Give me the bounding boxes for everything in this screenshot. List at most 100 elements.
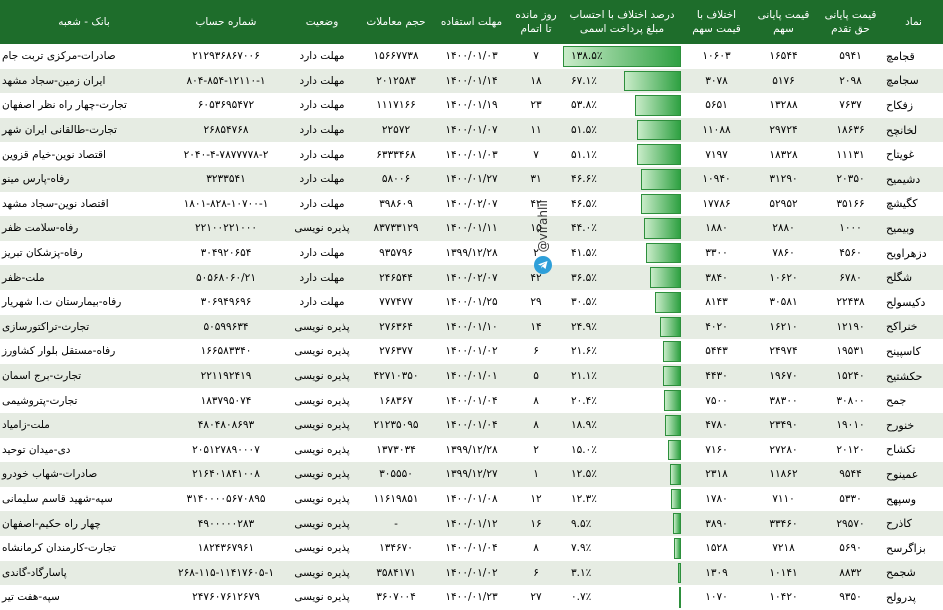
cell-volume: ۷۷۷۴۷۷ [379,296,413,309]
watermark-text: @virahlil [536,200,550,253]
cell-status: مهلت دارد [299,296,345,309]
cell-diff-percent: ۷.۹٪ [561,536,683,561]
cell-account: ۱۶۶۵۸۳۳۴۰ [200,345,252,358]
cell-status: مهلت دارد [299,148,345,161]
cell-bank: صادرات-شهاب خودرو [2,468,98,481]
diff-percent-label: ۵۱.۵٪ [571,124,597,137]
cell-diff-percent: ۳.۱٪ [561,561,683,586]
table-header: نماد قیمت پایانی حق تقدم قیمت پایانی سهم… [0,0,943,44]
cell-bank: پاسارگاد-گاندی [2,566,67,579]
cell-days-left: ۷ [533,148,539,161]
cell-status: مهلت دارد [299,271,345,284]
diff-percent-label: ۴۴.۰٪ [571,222,597,235]
cell-rights-price: ۵۹۴۱ [839,50,862,63]
cell-days-left: ۷ [533,50,539,63]
cell-diff-percent: ۱۲.۳٪ [561,487,683,512]
table-row: تکشاح ۲۰۱۲۰ ۲۷۲۸۰ ۷۱۶۰ ۱۵.۰٪ ۲ ۱۳۹۹/۱۲/۲۸ ۱۳۷۳۰… [0,437,943,463]
cell-status: پذیره نویسی [294,542,350,555]
cell-volume: - [394,517,398,530]
cell-deadline: ۱۴۰۰/۰۱/۰۴ [445,419,498,432]
cell-bank: رفاه-مستقل بلوار کشاورز [2,345,116,358]
cell-diff-price: ۱۰۷۰ [705,591,728,604]
cell-deadline: ۱۴۰۰/۰۱/۰۴ [445,542,498,555]
cell-stock-price: ۳۸۳۰۰ [769,394,798,407]
cell-name: پدرولح [886,590,916,604]
diff-percent-bar [670,464,681,485]
cell-diff-percent: ۹.۵٪ [561,511,683,536]
cell-diff-percent: ۰.۷٪ [561,585,683,610]
diff-percent-bar [663,365,681,387]
cell-diff-price: ۳۸۹۰ [705,517,728,530]
cell-name: حکشتیح [886,369,923,383]
table-row: حکشتیح ۱۵۲۴۰ ۱۹۶۷۰ ۴۴۳۰ ۲۱.۱٪ ۵ ۱۴۰۰/۰۱/۰۱ ۴۲۷۱… [0,363,943,389]
cell-volume: ۳۹۸۶۰۹ [379,197,413,210]
table-row: وسپهح ۵۳۳۰ ۷۱۱۰ ۱۷۸۰ ۱۲.۳٪ ۱۲ ۱۴۰۰/۰۱/۰۸ ۱۱۶۱۹۸… [0,486,943,512]
cell-diff-price: ۱۳۰۹ [705,566,728,579]
table-row: بزاگرسح ۵۶۹۰ ۷۲۱۸ ۱۵۲۸ ۷.۹٪ ۸ ۱۴۰۰/۰۱/۰۴ ۱۳۴۶۷۰… [0,536,943,561]
cell-stock-price: ۱۶۲۱۰ [769,320,798,333]
cell-rights-price: ۱۱۱۳۱ [836,148,865,161]
diff-percent-label: ۰.۷٪ [571,591,592,604]
cell-stock-price: ۲۴۹۷۴ [769,345,798,358]
cell-name: کگیشچ [886,197,918,211]
cell-volume: ۸۳۷۳۳۱۲۹ [373,222,419,235]
diff-percent-bar-track: ۲۴.۹٪ [563,316,681,338]
cell-rights-price: ۲۰۱۲۰ [836,443,865,456]
cell-stock-price: ۳۰۵۸۱ [769,296,798,309]
diff-percent-label: ۴۱.۵٪ [571,247,597,260]
table-row: سجامچ ۲۰۹۸ ۵۱۷۶ ۳۰۷۸ ۶۷.۱٪ ۱۸ ۱۴۰۰/۰۱/۱۴ ۲۰۱۲۵۸… [0,68,943,94]
cell-rights-price: ۲۲۴۳۸ [836,296,865,309]
table-row: خنراکح ۱۲۱۹۰ ۱۶۲۱۰ ۴۰۲۰ ۲۴.۹٪ ۱۴ ۱۴۰۰/۰۱/۱۰ ۲۷۶… [0,314,943,340]
cell-stock-price: ۱۰۱۴۱ [769,566,798,579]
cell-diff-percent: ۴۴.۰٪ [561,216,683,241]
cell-diff-percent: ۲۰.۴٪ [561,388,683,413]
cell-diff-percent: ۵۱.۱٪ [561,142,683,167]
diff-percent-label: ۲۴.۹٪ [571,320,597,333]
diff-percent-bar [635,95,681,116]
cell-bank: تجارت-چهار راه نظر اصفهان [2,99,127,112]
diff-percent-label: ۵۳.۸٪ [571,99,597,112]
cell-status: پذیره نویسی [294,370,350,383]
cell-stock-price: ۱۳۲۸۸ [769,99,798,112]
cell-diff-percent: ۲۱.۱٪ [561,364,683,389]
cell-days-left: ۱۲ [530,493,542,506]
diff-percent-label: ۳۶.۵٪ [571,271,597,284]
table-row: کگیشچ ۳۵۱۶۶ ۵۲۹۵۲ ۱۷۷۸۶ ۴۶.۵٪ ۴۲ ۱۴۰۰/۰۲/۰۷ ۳۹۸… [0,191,943,217]
cell-stock-price: ۳۳۴۶۰ [769,517,798,530]
diff-percent-bar-track: ۴۶.۶٪ [563,169,681,190]
cell-name: کاذرح [886,517,912,531]
cell-rights-price: ۱۸۶۳۶ [836,124,865,137]
diff-percent-bar-track: ۹.۵٪ [563,513,681,534]
cell-rights-price: ۱۲۱۹۰ [836,320,865,333]
cell-stock-price: ۱۸۳۲۸ [769,148,798,161]
cell-diff-price: ۱۵۲۸ [705,542,728,555]
diff-percent-label: ۴۶.۶٪ [571,173,597,186]
cell-account: ۵۰۵۶۸۰۶۰/۲۱ [196,271,256,284]
table-row: شجمح ۸۸۳۲ ۱۰۱۴۱ ۱۳۰۹ ۳.۱٪ ۶ ۱۴۰۰/۰۱/۰۲ ۳۵۸۴۱۷۱ پ… [0,560,943,586]
cell-status: مهلت دارد [299,74,345,87]
table-row: قجامچ ۵۹۴۱ ۱۶۵۴۴ ۱۰۶۰۳ ۱۳۸.۵٪ ۷ ۱۴۰۰/۰۱/۰۳ ۱۵۶۶… [0,44,943,69]
cell-diff-price: ۱۷۷۸۶ [702,197,731,210]
diff-percent-bar [670,488,681,510]
cell-rights-price: ۲۰۹۸ [839,74,862,87]
cell-deadline: ۱۴۰۰/۰۱/۱۹ [445,99,498,112]
table-row: عمینوح ۹۵۴۴ ۱۱۸۶۲ ۲۳۱۸ ۱۲.۵٪ ۱ ۱۳۹۹/۱۲/۲۷ ۳۰۵۵۵… [0,462,943,487]
cell-rights-price: ۳۰۸۰۰ [836,394,865,407]
cell-status: پذیره نویسی [294,419,350,432]
cell-name: تکشاح [886,443,916,457]
cell-days-left: ۸ [533,394,539,407]
header-account: شماره حساب [195,16,257,28]
cell-rights-price: ۱۰۰۰ [839,222,862,235]
cell-bank: رفاه-پزشکان تبریز [2,247,83,260]
cell-deadline: ۱۴۰۰/۰۱/۰۲ [445,345,498,358]
cell-bank: رفاه-سلامت ظفر [2,222,79,235]
cell-name: خنورح [886,418,915,432]
diff-percent-label: ۱۳۸.۵٪ [571,50,603,63]
cell-account: ۴۸۰۴۸۰۸۶۹۳ [197,419,255,432]
diff-percent-label: ۶۷.۱٪ [571,74,597,87]
diff-percent-label: ۱۲.۵٪ [571,468,597,481]
cell-volume: ۱۳۷۳۰۳۴ [376,443,416,456]
diff-percent-label: ۲۱.۶٪ [571,345,597,358]
cell-deadline: ۱۴۰۰/۰۱/۰۳ [445,148,498,161]
cell-status: مهلت دارد [299,124,345,137]
